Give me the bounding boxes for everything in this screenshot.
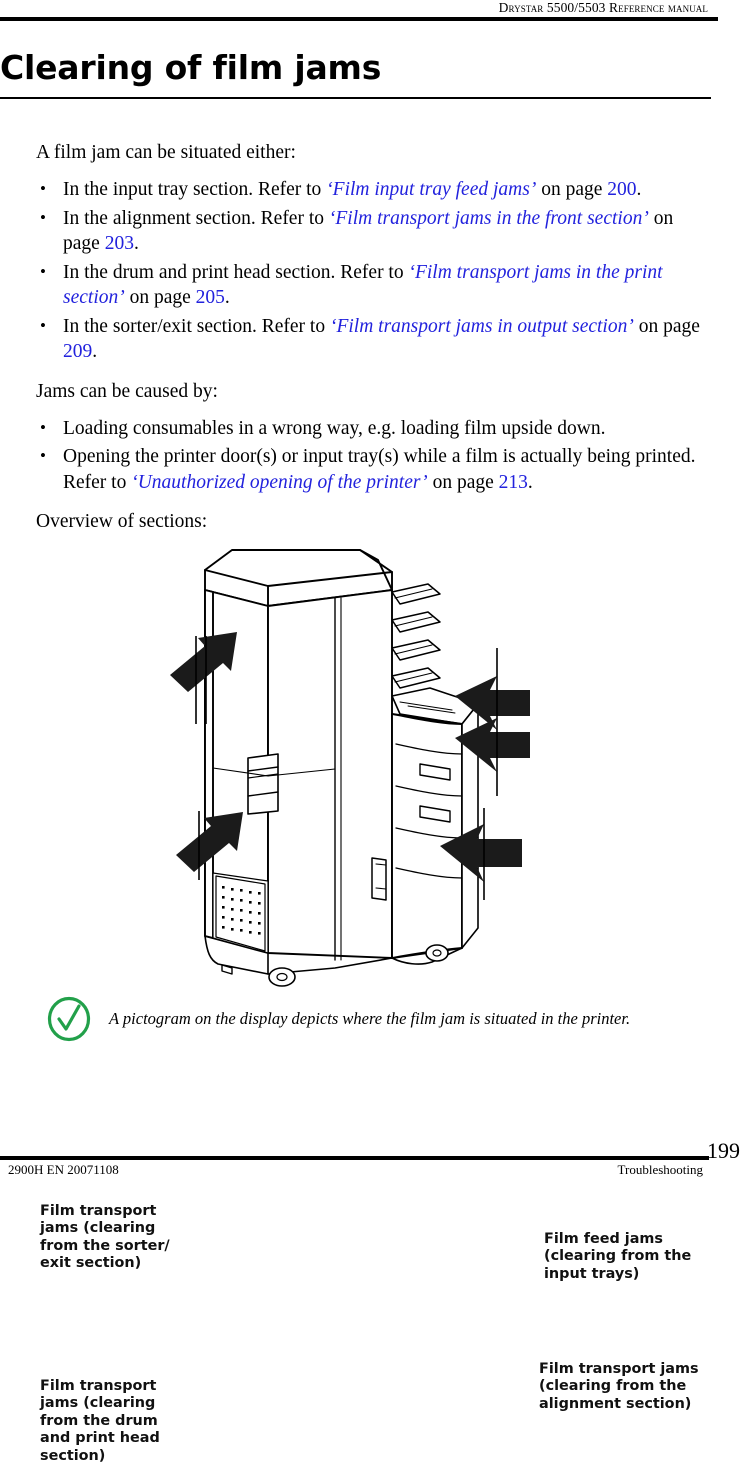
bullet-mid-text: on page [124,287,196,308]
jam-location-list: In the input tray section. Refer to ‘Fil… [36,176,714,365]
jam-causes-list: Loading consumables in a wrong way, e.g.… [36,415,714,496]
page-reference-link[interactable]: 203 [105,233,134,254]
bullet-lead-text: In the sorter/exit section. Refer to [63,315,330,337]
list-item: In the drum and print head section. Refe… [36,259,714,311]
bullet-tail-text: . [133,233,139,254]
page-reference-link[interactable]: 200 [607,179,636,200]
header-rule [0,17,718,21]
running-header-title: Drystar 5500/5503 Reference manual [498,0,708,15]
cross-reference-link[interactable]: ‘Film transport jams in the front sectio… [329,208,649,229]
printer-overview-figure: Film transport jams (clearing from the s… [0,528,746,1464]
cross-reference-link[interactable]: ‘Film transport jams in output section’ [330,316,634,337]
bullet-lead-text: Loading consumables in a wrong way, e.g.… [63,417,606,439]
page-footer: 2900H EN 20071108 Troubleshooting 199 [0,1130,746,1186]
figure-label-alignment: Film transport jams (clearing from the a… [539,1361,699,1412]
footer-page-number: 199 [707,1138,740,1163]
title-rule [0,97,711,99]
figure-label-drum-printhead: Film transport jams (clearing from the d… [40,1378,160,1464]
causes-intro-paragraph: Jams can be caused by: [36,380,218,402]
page-header: Drystar 5500/5503 Reference manual [0,0,746,24]
printer-line-drawing [170,549,530,987]
bullet-mid-text: on page [633,315,700,337]
page-content: A film jam can be situated either: In th… [36,140,714,546]
bullet-lead-text: In the alignment section. Refer to [63,207,329,229]
bullet-tail-text: . [636,179,642,200]
footer-section-name: Troubleshooting [617,1162,703,1177]
bullet-mid-text: on page [427,471,499,493]
bullet-lead-text: In the drum and print head section. Refe… [63,261,409,283]
note-text: A pictogram on the display depicts where… [109,1009,631,1028]
figure-label-sorter-exit: Film transport jams (clearing from the s… [40,1203,170,1272]
list-item: Loading consumables in a wrong way, e.g.… [36,415,714,442]
bullet-lead-text: In the input tray section. Refer to [63,179,327,200]
bullet-mid-text: on page [536,179,608,200]
footer-rule [0,1156,709,1160]
cross-reference-link[interactable]: ‘Unauthorized opening of the printer’ [131,472,427,493]
bullet-tail-text: . [92,341,98,362]
bullet-tail-text: . [527,471,533,493]
list-item: Opening the printer door(s) or input tra… [36,443,714,495]
green-check-circle-icon [46,996,92,1047]
note-block: A pictogram on the display depicts where… [46,996,726,1044]
page-reference-link[interactable]: 213 [499,472,528,493]
bullet-tail-text: . [224,287,230,308]
page-title: Clearing of film jams [0,48,382,87]
list-item: In the sorter/exit section. Refer to ‘Fi… [36,313,714,365]
list-item: In the alignment section. Refer to ‘Film… [36,205,714,257]
cross-reference-link[interactable]: ‘Film input tray feed jams’ [326,179,536,200]
figure-label-film-feed: Film feed jams (clearing from the input … [544,1231,692,1282]
list-item: In the input tray section. Refer to ‘Fil… [36,176,714,203]
page-reference-link[interactable]: 205 [196,287,225,308]
intro-paragraph: A film jam can be situated either: [36,142,296,163]
page-reference-link[interactable]: 209 [63,341,92,362]
